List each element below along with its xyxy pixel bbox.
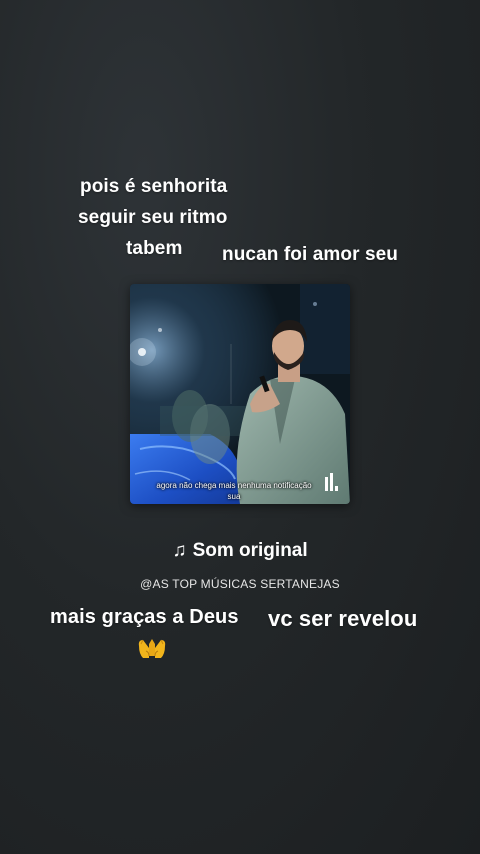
music-note-icon: ♫ <box>172 540 187 561</box>
sound-title-row[interactable]: ♫ Som original <box>0 540 480 562</box>
subtitle-line-1: agora não chega mais nenhuma notificação <box>156 481 312 490</box>
sound-account-handle[interactable]: @AS TOP MÚSICAS SERTANEJAS <box>0 577 480 591</box>
subtitle-line-2: sua <box>227 492 241 501</box>
equalizer-bars-icon <box>325 473 338 491</box>
overlay-text-line-4: nucan foi amor seu <box>222 244 399 265</box>
overlay-text-line-1: pois é senhorita <box>80 176 228 197</box>
concert-scene-image <box>130 284 350 504</box>
video-thumbnail[interactable]: agora não chega mais nenhuma notificação… <box>130 284 350 504</box>
sound-title: Som original <box>192 540 308 561</box>
overlay-text-line-2: seguir seu ritmo <box>78 207 228 228</box>
overlay-text-line-6: vc ser revelou <box>268 606 418 631</box>
praying-hands-icon <box>138 639 166 658</box>
overlay-text-line-3: tabem <box>126 238 183 259</box>
overlay-text-line-5: mais graças a Deus <box>50 606 239 628</box>
